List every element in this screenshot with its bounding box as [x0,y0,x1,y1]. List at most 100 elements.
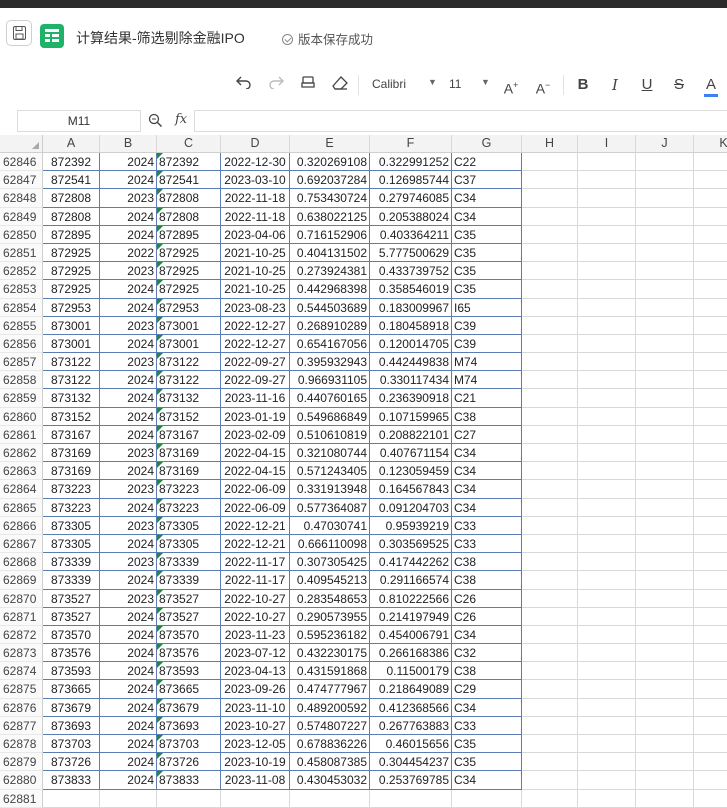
cell-c[interactable]: 873570 [157,625,221,645]
cell-g[interactable]: C27 [452,425,522,444]
italic-icon[interactable]: I [606,75,624,95]
cell-d[interactable]: 2022-11-17 [221,571,290,590]
cell-i[interactable] [578,334,636,354]
cell-b[interactable]: 2024 [100,534,157,554]
row-header[interactable]: 62879 [0,753,43,772]
cell-c[interactable]: 873122 [157,353,221,372]
row-header[interactable]: 62872 [0,625,43,645]
cell-f[interactable]: 0.205388024 [370,207,452,226]
cell-i[interactable] [578,189,636,208]
cell-f[interactable]: 0.266168386 [370,644,452,663]
cell-b[interactable]: 2024 [100,625,157,645]
cell-c[interactable]: 872925 [157,280,221,299]
cell-b[interactable]: 2023 [100,553,157,572]
cell-h[interactable] [522,262,578,281]
cell-h[interactable] [522,771,578,790]
cell-a[interactable]: 873833 [43,771,100,790]
cell-f[interactable]: 0.407671154 [370,444,452,463]
cell-h[interactable] [522,571,578,590]
cell-b[interactable]: 2024 [100,207,157,226]
cell-k[interactable] [694,244,727,263]
row-header[interactable]: 62864 [0,480,43,499]
cell-f[interactable]: 0.330117434 [370,371,452,390]
cell-a[interactable]: 873167 [43,425,100,444]
cell-a[interactable]: 873152 [43,407,100,426]
cell-b[interactable]: 2023 [100,262,157,281]
cell-e[interactable]: 0.290573955 [290,607,370,626]
cell-a[interactable]: 872925 [43,262,100,281]
cell-a[interactable]: 873593 [43,662,100,681]
cell-h[interactable] [522,353,578,372]
cell-e[interactable]: 0.654167056 [290,334,370,354]
cell-j[interactable] [636,262,694,281]
cell-k[interactable] [694,644,727,663]
cell-g[interactable]: C37 [452,171,522,190]
cell-k[interactable] [694,208,727,226]
cell-d[interactable]: 2023-12-05 [221,735,290,754]
cell-f[interactable]: 0.253769785 [370,771,452,790]
decrease-font-size-icon[interactable]: A− [532,75,554,97]
row-header[interactable]: 62854 [0,298,43,317]
cell-k[interactable] [694,699,727,717]
cell-f[interactable]: 0.291166574 [370,571,452,590]
column-header-c[interactable]: C [157,135,221,153]
cell-c[interactable]: 873527 [157,607,221,626]
cell-b[interactable] [100,789,157,808]
cell-h[interactable] [522,789,578,808]
cell-k[interactable] [694,426,727,444]
cell-k[interactable] [694,626,727,645]
row-header[interactable]: 62847 [0,171,43,190]
cell-b[interactable]: 2023 [100,444,157,463]
select-all-corner[interactable] [0,135,43,153]
cell-a[interactable]: 873693 [43,716,100,735]
cell-k[interactable] [694,517,727,535]
cell-j[interactable] [636,735,694,754]
cell-a[interactable]: 873665 [43,680,100,699]
cell-c[interactable]: 872925 [157,243,221,263]
cell-g[interactable]: C26 [452,589,522,608]
cell-f[interactable]: 0.358546019 [370,280,452,299]
cell-j[interactable] [636,625,694,645]
cell-c[interactable]: 873665 [157,680,221,699]
document-title[interactable]: 计算结果-筛选剔除金融IPO [76,28,245,48]
cell-d[interactable]: 2022-11-18 [221,189,290,208]
cell-e[interactable]: 0.678836226 [290,735,370,754]
cell-g[interactable]: C34 [452,771,522,790]
cell-d[interactable]: 2022-12-27 [221,316,290,335]
cell-h[interactable] [522,407,578,426]
cell-k[interactable] [694,153,727,172]
row-header[interactable]: 62874 [0,662,43,681]
cell-k[interactable] [694,771,727,790]
cell-d[interactable]: 2023-04-13 [221,662,290,681]
cell-g[interactable]: C34 [452,207,522,226]
cell-h[interactable] [522,644,578,663]
cell-h[interactable] [522,334,578,354]
cell-j[interactable] [636,280,694,299]
cell-g[interactable]: C38 [452,571,522,590]
row-header[interactable]: 62846 [0,153,43,172]
cell-k[interactable] [694,371,727,390]
cell-a[interactable]: 873001 [43,334,100,354]
cell-c[interactable]: 873703 [157,735,221,754]
cell-h[interactable] [522,480,578,499]
cell-i[interactable] [578,516,636,535]
cell-d[interactable]: 2022-10-27 [221,589,290,608]
cell-c[interactable]: 873593 [157,662,221,681]
cell-c[interactable]: 873305 [157,516,221,535]
cell-b[interactable]: 2024 [100,334,157,354]
cell-g[interactable]: C33 [452,516,522,535]
cell-e[interactable]: 0.489200592 [290,698,370,717]
cell-j[interactable] [636,607,694,626]
cell-c[interactable]: 873339 [157,553,221,572]
cell-a[interactable]: 873122 [43,353,100,372]
cell-k[interactable] [694,553,727,572]
row-header[interactable]: 62866 [0,516,43,535]
cell-h[interactable] [522,607,578,626]
cell-e[interactable]: 0.320269108 [290,153,370,172]
cell-h[interactable] [522,444,578,463]
cell-i[interactable] [578,171,636,190]
cell-e[interactable]: 0.273924381 [290,262,370,281]
cell-d[interactable]: 2023-11-23 [221,625,290,645]
cell-i[interactable] [578,389,636,408]
cell-g[interactable]: C26 [452,607,522,626]
